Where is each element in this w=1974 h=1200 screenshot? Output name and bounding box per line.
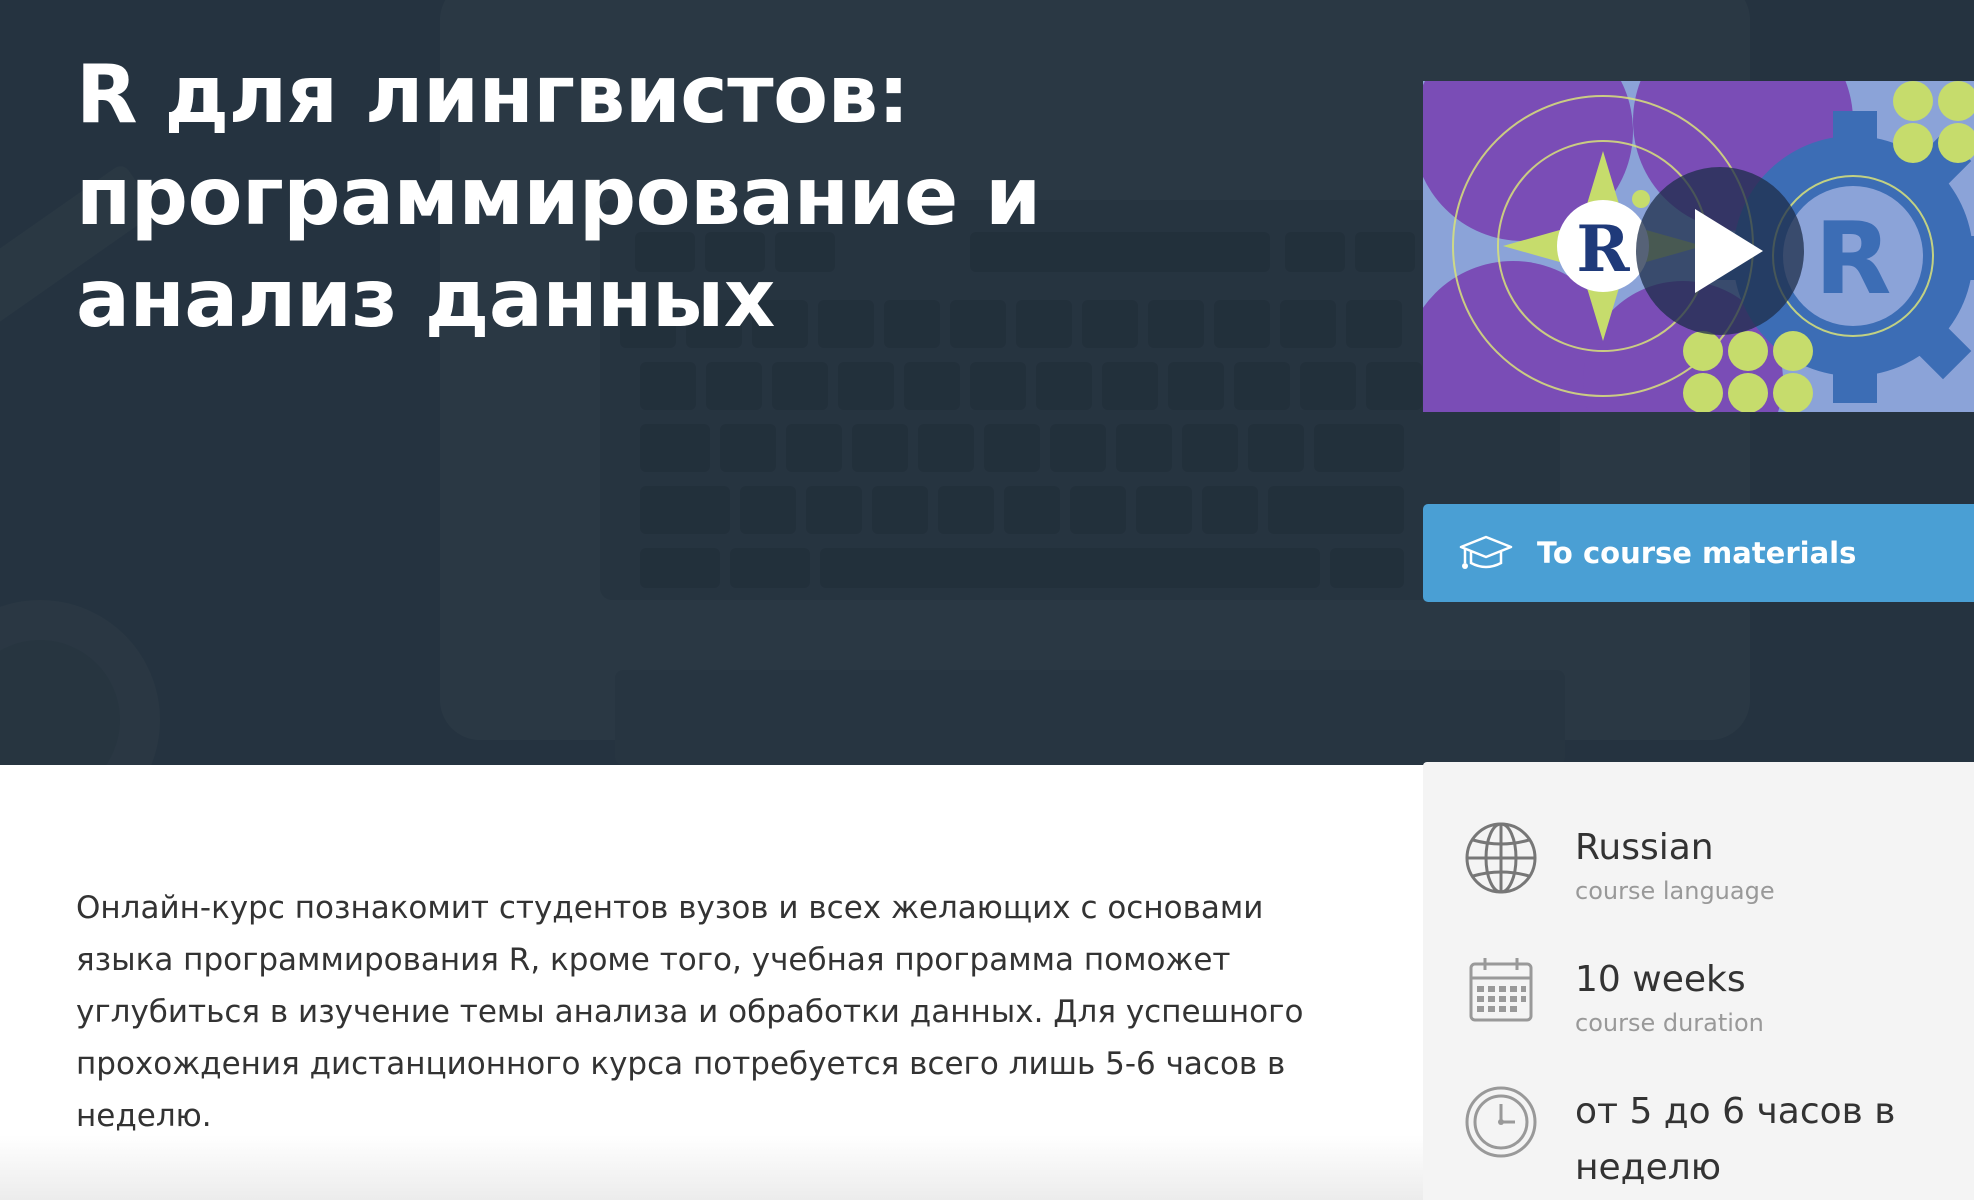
clock-icon [1465, 1086, 1537, 1158]
content-fade [0, 1135, 1423, 1200]
course-materials-button[interactable]: To course materials [1423, 504, 1974, 602]
workload-value: от 5 до 6 часов в неделю [1575, 1091, 1896, 1188]
language-value: Russian [1575, 827, 1714, 868]
duration-value: 10 weeks [1575, 959, 1746, 1000]
info-duration: 10 weeks course duration [1463, 952, 1764, 1038]
r-logo-letter: R [1814, 200, 1891, 317]
svg-text:R: R [1576, 212, 1630, 287]
globe-icon [1465, 822, 1537, 894]
calendar-icon [1469, 958, 1533, 1022]
info-workload: от 5 до 6 часов в неделю [1463, 1084, 1915, 1196]
info-language: Russian course language [1463, 820, 1775, 906]
course-info-sidebar: Russian course language 10 weeks course … [1423, 762, 1974, 1200]
course-materials-label: To course materials [1537, 536, 1857, 570]
course-description: Онлайн-курс познакомит студентов вузов и… [76, 890, 1304, 1134]
course-video-thumbnail[interactable]: R R [1423, 81, 1974, 412]
duration-caption: course duration [1575, 1009, 1764, 1037]
language-caption: course language [1575, 877, 1775, 905]
play-icon[interactable] [1636, 167, 1804, 335]
course-hero: R для лингвистов: программирование и ана… [0, 0, 1974, 765]
course-title: R для лингвистов: программирование и ана… [76, 48, 1041, 345]
graduation-cap-icon [1459, 535, 1513, 569]
